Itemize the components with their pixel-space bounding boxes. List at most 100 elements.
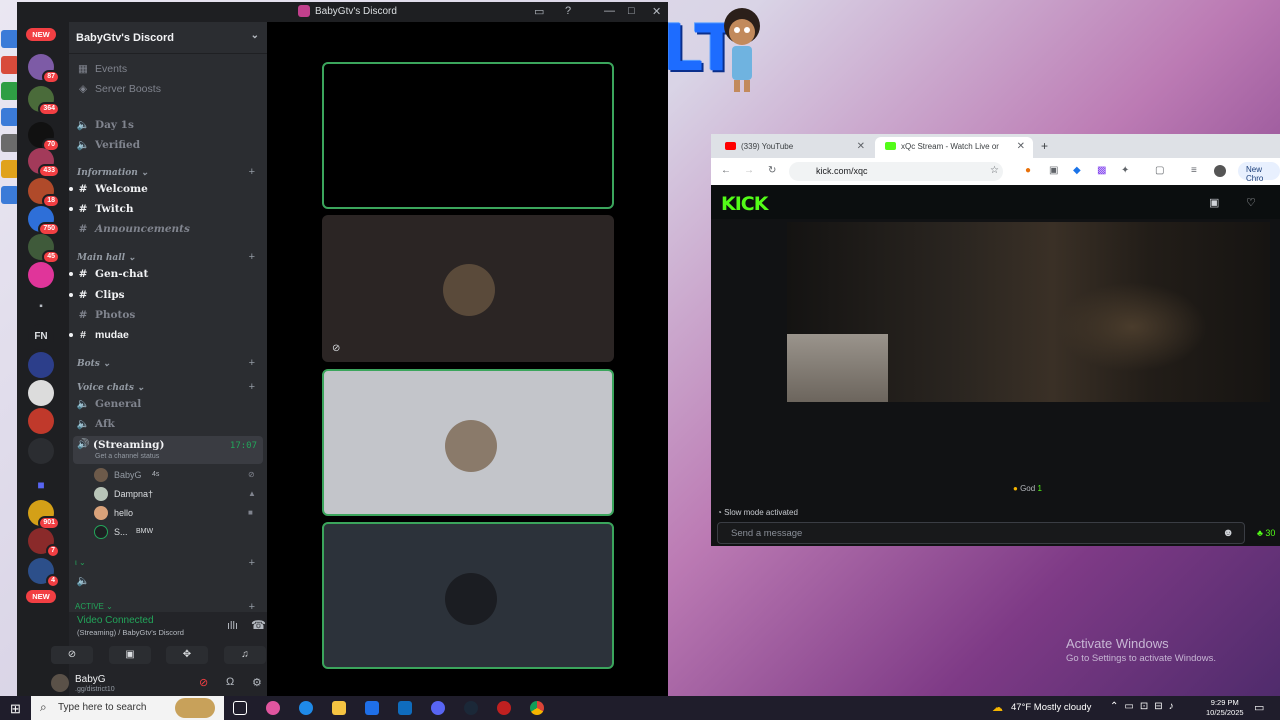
- screen-share-button[interactable]: ▣: [109, 646, 151, 664]
- help-icon[interactable]: ?: [565, 5, 571, 17]
- system-clock[interactable]: 9:29 PM 10/25/2025: [1206, 698, 1244, 718]
- avatar[interactable]: [51, 674, 69, 692]
- new-tab-button[interactable]: +: [1041, 139, 1048, 153]
- close-tab-icon[interactable]: ✕: [1017, 141, 1025, 152]
- server-icon[interactable]: 18: [28, 178, 60, 208]
- channel-twitch[interactable]: # Twitch: [69, 200, 261, 218]
- channel-photos[interactable]: # Photos: [75, 306, 261, 324]
- discord-icon[interactable]: [431, 701, 445, 715]
- channel-afk[interactable]: 🔈 Afk: [75, 415, 261, 433]
- server-icon[interactable]: 901: [28, 500, 60, 530]
- disconnect-icon[interactable]: ☎: [251, 618, 266, 632]
- tray-icons[interactable]: ⌃▭⊡⊟♪: [1110, 701, 1180, 712]
- channel-server-boosts[interactable]: ◈ Server Boosts: [75, 80, 261, 98]
- copilot-icon[interactable]: [266, 701, 280, 715]
- channel-events[interactable]: ▦ Events: [75, 60, 261, 78]
- chat-input[interactable]: Send a message ☻: [717, 522, 1245, 544]
- server-icon[interactable]: [28, 262, 54, 288]
- back-icon[interactable]: ←: [721, 165, 731, 176]
- inbox-icon[interactable]: ▭: [534, 5, 544, 18]
- server-icon[interactable]: [28, 438, 54, 464]
- add-channel-icon[interactable]: +: [249, 381, 255, 393]
- chrome-icon[interactable]: [530, 701, 544, 715]
- category-information[interactable]: Information ⌄: [77, 168, 149, 178]
- channel-voice[interactable]: 🔈: [75, 572, 261, 590]
- reload-icon[interactable]: ↻: [768, 165, 776, 176]
- category-collapsed[interactable]: ι ⌄: [75, 554, 261, 572]
- server-icon[interactable]: 7: [28, 528, 60, 558]
- server-icon[interactable]: 433: [28, 148, 60, 178]
- profile-avatar[interactable]: [1214, 165, 1226, 177]
- server-icon[interactable]: [28, 352, 54, 378]
- video-tile[interactable]: [322, 369, 614, 516]
- server-icon[interactable]: [28, 408, 54, 434]
- server-icon[interactable]: 87: [28, 54, 60, 84]
- windows-start-icon[interactable]: ⊞: [10, 701, 21, 717]
- server-icon[interactable]: 45: [28, 234, 60, 264]
- channel-general[interactable]: 🔈 General: [75, 395, 261, 413]
- add-channel-icon[interactable]: +: [249, 251, 255, 263]
- notification-icon[interactable]: ▭: [1254, 701, 1264, 714]
- puzzle-icon[interactable]: ✦: [1121, 165, 1129, 176]
- tab-youtube[interactable]: (339) YouTube ✕: [715, 137, 873, 158]
- camera-off-button[interactable]: ⊘: [51, 646, 93, 664]
- tab-kick[interactable]: xQc Stream - Watch Live or ✕: [875, 137, 1033, 158]
- server-icon[interactable]: 750: [28, 206, 60, 236]
- sidepanel-icon[interactable]: ▢: [1155, 165, 1164, 176]
- forward-icon[interactable]: →: [744, 165, 754, 176]
- extension-icon[interactable]: ▣: [1049, 165, 1058, 176]
- channel-status[interactable]: Get a channel status: [95, 453, 159, 460]
- mic-muted-icon[interactable]: ⊘: [199, 676, 208, 689]
- channel-welcome[interactable]: # Welcome: [69, 180, 261, 198]
- app-icon[interactable]: [497, 701, 511, 715]
- add-channel-icon[interactable]: +: [249, 166, 255, 178]
- emoji-icon[interactable]: ☻: [1222, 527, 1234, 539]
- extension-icon[interactable]: ●: [1025, 165, 1031, 176]
- soundboard-button[interactable]: ♫: [224, 646, 266, 664]
- close-icon[interactable]: ✕: [652, 5, 661, 18]
- maximize-icon[interactable]: □: [628, 5, 635, 17]
- taskbar-search[interactable]: ⌕ Type here to search: [31, 696, 224, 720]
- edge-icon[interactable]: [299, 701, 313, 715]
- chevron-down-icon[interactable]: ⌄: [251, 30, 259, 41]
- user-name[interactable]: BabyG: [75, 674, 106, 685]
- extension-icon[interactable]: ◆: [1073, 165, 1081, 176]
- voice-status[interactable]: Video Connected: [77, 615, 154, 626]
- address-bar[interactable]: kick.com/xqc: [789, 162, 1003, 181]
- channel-gen-chat[interactable]: # Gen-chat: [69, 265, 261, 283]
- channel-announcements[interactable]: # Announcements: [75, 220, 261, 238]
- mail-icon[interactable]: [398, 701, 412, 715]
- headphones-icon[interactable]: Ω: [226, 676, 234, 688]
- server-fn[interactable]: FN: [28, 324, 54, 350]
- server-icon[interactable]: [28, 380, 54, 406]
- folder-icon[interactable]: ■: [28, 472, 54, 498]
- activities-button[interactable]: ✥: [166, 646, 208, 664]
- channel-verified[interactable]: 🔈 Verified: [75, 136, 261, 154]
- category-voice-chats[interactable]: Voice chats ⌄: [77, 383, 145, 393]
- video-tile[interactable]: [322, 62, 614, 209]
- store-icon[interactable]: [365, 701, 379, 715]
- task-view-icon[interactable]: [233, 701, 247, 715]
- extension-icon[interactable]: ▩: [1097, 165, 1106, 176]
- new-badge[interactable]: NEW: [26, 28, 56, 41]
- voice-channel-path[interactable]: (Streaming) / BabyGtv's Discord: [77, 628, 184, 637]
- reading-list-icon[interactable]: ≡: [1191, 165, 1197, 176]
- add-channel-icon[interactable]: +: [249, 357, 255, 369]
- gear-icon[interactable]: ⚙: [252, 676, 262, 689]
- new-badge[interactable]: NEW: [26, 590, 56, 603]
- add-channel-icon[interactable]: +: [249, 557, 255, 569]
- video-tile[interactable]: [322, 522, 614, 669]
- server-icon[interactable]: 70: [28, 122, 60, 152]
- server-icon[interactable]: 4: [28, 558, 60, 588]
- folder-icon[interactable]: ▪: [28, 294, 54, 320]
- channel-clips[interactable]: # Clips: [69, 286, 261, 304]
- kick-logo[interactable]: KICK: [721, 193, 768, 215]
- store-icon[interactable]: ▣: [1209, 196, 1219, 209]
- server-icon[interactable]: 364: [28, 86, 60, 116]
- close-tab-icon[interactable]: ✕: [857, 141, 865, 152]
- noise-suppression-icon[interactable]: ıllı: [227, 620, 238, 632]
- weather-widget[interactable]: 47°F Mostly cloudy: [1011, 702, 1091, 713]
- stream-player[interactable]: [787, 222, 1270, 402]
- channel-mudae[interactable]: # mudae: [69, 326, 261, 344]
- file-explorer-icon[interactable]: [332, 701, 346, 715]
